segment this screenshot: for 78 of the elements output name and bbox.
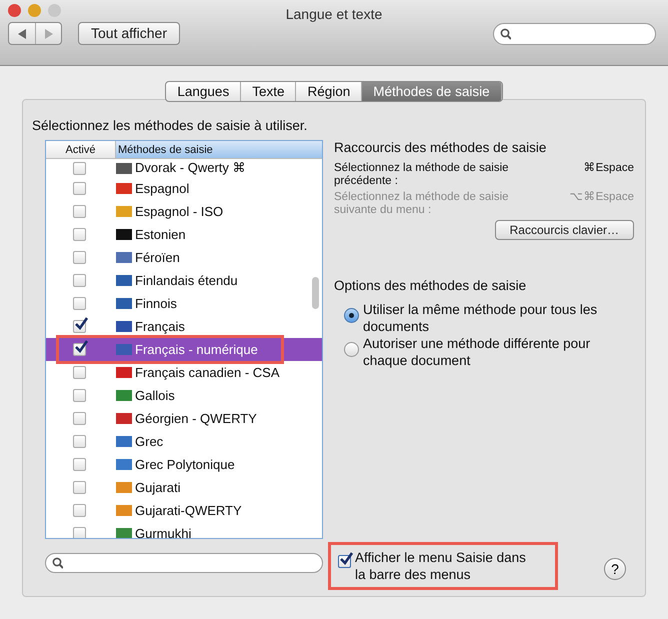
list-row[interactable]: Espagnol bbox=[46, 177, 322, 200]
checkbox[interactable] bbox=[73, 274, 86, 287]
checkbox[interactable] bbox=[73, 320, 86, 333]
tab[interactable]: Texte bbox=[241, 82, 296, 101]
checkbox[interactable] bbox=[73, 205, 86, 218]
search-icon bbox=[500, 28, 512, 40]
search-field[interactable] bbox=[493, 22, 656, 44]
checkbox[interactable] bbox=[73, 343, 86, 356]
instruction-text: Sélectionnez les méthodes de saisie à utiliser. bbox=[32, 117, 308, 135]
list-row[interactable]: Dvorak - Qwerty ⌘ bbox=[46, 159, 322, 177]
method-name: Gallois bbox=[135, 386, 175, 405]
list-row[interactable]: Gallois bbox=[46, 384, 322, 407]
section-title: Raccourcis des méthodes de saisie bbox=[334, 139, 548, 157]
list-row[interactable]: Grec Polytonique bbox=[46, 453, 322, 476]
list-row[interactable]: Gujarati bbox=[46, 476, 322, 499]
method-name: Gurmukhi bbox=[135, 524, 192, 538]
back-forward-control[interactable] bbox=[8, 22, 62, 45]
method-name: Estonien bbox=[135, 226, 186, 244]
shortcut-keys: ⌘Espace bbox=[584, 162, 634, 188]
checkbox[interactable] bbox=[73, 458, 86, 471]
method-name: Féroïen bbox=[135, 248, 180, 267]
method-name: Finnois bbox=[135, 294, 177, 313]
method-name: Français bbox=[135, 318, 185, 336]
close-button[interactable] bbox=[8, 4, 21, 17]
checkbox[interactable] bbox=[73, 527, 86, 538]
list-row[interactable]: Féroïen bbox=[46, 246, 322, 269]
window-title: Langue et texte bbox=[286, 5, 382, 24]
list-row[interactable]: Finnois bbox=[46, 292, 322, 315]
list-row[interactable]: Français canadien - CSA bbox=[46, 361, 322, 384]
checkbox[interactable] bbox=[73, 389, 86, 402]
method-name: Grec bbox=[135, 432, 164, 451]
checkbox[interactable] bbox=[73, 366, 86, 379]
list-row[interactable]: Gujarati-QWERTY bbox=[46, 499, 322, 522]
section-title: Options des méthodes de saisie bbox=[334, 277, 528, 296]
list-row[interactable]: Finlandais étendu bbox=[46, 269, 322, 292]
column-header[interactable]: Méthodes de saisie bbox=[116, 141, 322, 158]
list-row[interactable]: Français bbox=[46, 315, 322, 338]
method-name: Espagnol bbox=[135, 180, 190, 198]
list-row[interactable]: Géorgien - QWERTY bbox=[46, 407, 322, 430]
shortcut-label: Sélectionnez la méthode de saisie suivante du menu : bbox=[334, 191, 510, 218]
method-name: Français canadien - CSA bbox=[135, 364, 280, 382]
checkbox[interactable] bbox=[73, 435, 86, 448]
radio-label: Autoriser une méthode différente pour chaque document bbox=[363, 334, 592, 368]
method-name: Français - numérique bbox=[135, 340, 258, 359]
zoom-button[interactable] bbox=[48, 4, 61, 17]
show-all-button[interactable]: Tout afficher bbox=[78, 22, 180, 45]
search-icon bbox=[52, 557, 64, 569]
radio-label: Utiliser la même méthode pour tous les documents bbox=[363, 300, 598, 334]
list-row[interactable]: Estonien bbox=[46, 223, 322, 246]
list-row[interactable]: Français - numérique bbox=[46, 338, 322, 361]
checkbox[interactable] bbox=[73, 251, 86, 264]
list-row[interactable]: Grec bbox=[46, 430, 322, 453]
list-row[interactable]: Gurmukhi bbox=[46, 522, 322, 538]
method-name: Espagnol - ISO bbox=[135, 202, 224, 221]
list-search-field[interactable] bbox=[45, 553, 323, 573]
method-name: Gujarati bbox=[135, 478, 181, 497]
checkbox[interactable] bbox=[73, 162, 86, 174]
checkbox[interactable] bbox=[73, 228, 86, 241]
shortcut-keys: ⌥⌘Espace bbox=[570, 191, 634, 218]
method-name: Dvorak - Qwerty ⌘ bbox=[135, 159, 246, 178]
checkbox[interactable] bbox=[73, 504, 86, 517]
checkbox-label: Afficher le menu Saisie dans la barre des menus bbox=[355, 549, 527, 583]
method-name: Grec Polytonique bbox=[135, 456, 235, 474]
list-row[interactable]: Espagnol - ISO bbox=[46, 200, 322, 223]
scrollbar-thumb[interactable] bbox=[312, 277, 319, 309]
checkbox[interactable] bbox=[73, 481, 86, 494]
checkbox[interactable] bbox=[73, 182, 86, 195]
checkbox[interactable] bbox=[73, 412, 86, 425]
shortcut-label: Sélectionnez la méthode de saisie précédente : bbox=[334, 162, 510, 188]
checkbox[interactable] bbox=[73, 297, 86, 310]
method-name: Géorgien - QWERTY bbox=[135, 410, 257, 428]
tab[interactable]: Méthodes de saisie bbox=[362, 82, 502, 101]
minimize-button[interactable] bbox=[28, 4, 41, 17]
checkbox[interactable] bbox=[338, 555, 351, 568]
keyboard-shortcuts-button[interactable]: Raccourcis clavier… bbox=[494, 220, 634, 240]
method-name: Finlandais étendu bbox=[135, 272, 238, 290]
method-name: Gujarati-QWERTY bbox=[135, 502, 242, 520]
column-header[interactable]: Activé bbox=[46, 141, 116, 158]
